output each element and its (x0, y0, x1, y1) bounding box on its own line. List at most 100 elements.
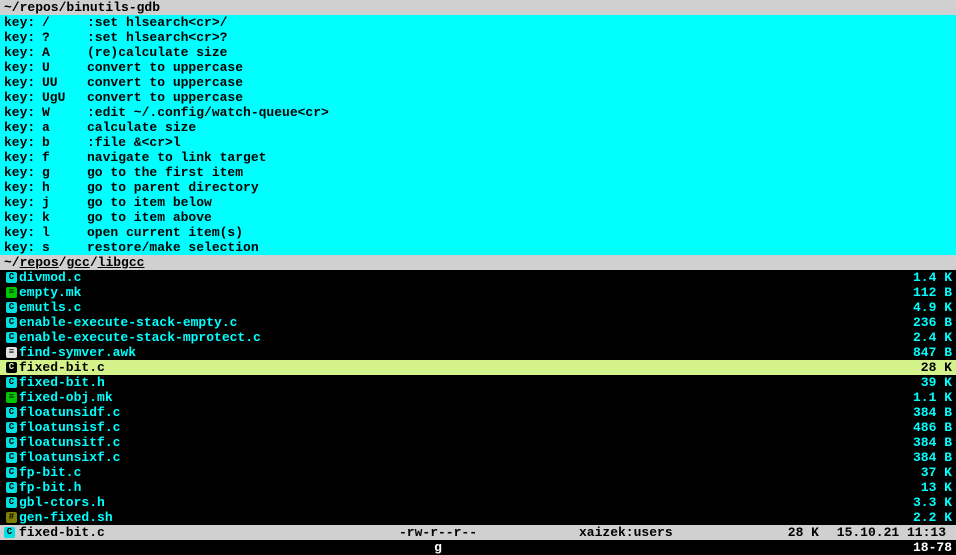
path-prefix: ~/ (4, 255, 20, 270)
help-description: :edit ~/.config/watch-queue<cr> (87, 105, 952, 120)
file-row[interactable]: ≡ find-symver.awk847 B (0, 345, 956, 360)
file-name: gen-fixed.sh (19, 510, 892, 525)
help-description: convert to uppercase (87, 90, 952, 105)
help-key-label: key: (4, 210, 42, 225)
file-type-icon: C (4, 270, 19, 285)
file-row[interactable]: C fixed-bit.h39 K (0, 375, 956, 390)
file-row[interactable]: C enable-execute-stack-mprotect.c2.4 K (0, 330, 956, 345)
help-row: key:hgo to parent directory (0, 180, 956, 195)
file-row[interactable]: C fp-bit.c37 K (0, 465, 956, 480)
file-name: emutls.c (19, 300, 892, 315)
file-row[interactable]: C fp-bit.h13 K (0, 480, 956, 495)
cmd-pending-key: g (4, 540, 872, 555)
file-row[interactable]: ≡ fixed-obj.mk1.1 K (0, 390, 956, 405)
file-name: gbl-ctors.h (19, 495, 892, 510)
file-type-icon: ≡ (4, 390, 19, 405)
help-key: s (42, 240, 87, 255)
file-size: 236 B (892, 315, 952, 330)
help-description: convert to uppercase (87, 60, 952, 75)
file-type-icon: C (4, 330, 19, 345)
status-owner: xaizek:users (579, 525, 759, 540)
help-row: key:/:set hlsearch<cr>/ (0, 15, 956, 30)
help-key-label: key: (4, 195, 42, 210)
file-type-icon: ≡ (4, 285, 19, 300)
file-size: 28 K (892, 360, 952, 375)
help-key: a (42, 120, 87, 135)
help-key: ? (42, 30, 87, 45)
status-size: 28 K (759, 525, 819, 540)
file-list[interactable]: C divmod.c1.4 K≡ empty.mk112 BC emutls.c… (0, 270, 956, 525)
file-type-icon: ≡ (4, 345, 19, 360)
file-name: fixed-obj.mk (19, 390, 892, 405)
help-key: UU (42, 75, 87, 90)
file-row[interactable]: C floatunsisf.c486 B (0, 420, 956, 435)
help-description: open current item(s) (87, 225, 952, 240)
help-row: key:acalculate size (0, 120, 956, 135)
file-name: fixed-bit.c (19, 360, 892, 375)
help-description: go to the first item (87, 165, 952, 180)
help-key-label: key: (4, 120, 42, 135)
help-row: key:?:set hlsearch<cr>? (0, 30, 956, 45)
help-key-label: key: (4, 225, 42, 240)
file-row[interactable]: C floatunsidf.c384 B (0, 405, 956, 420)
status-file-icon: C (4, 525, 19, 540)
status-permissions: -rw-r--r-- (399, 525, 579, 540)
help-description: restore/make selection (87, 240, 952, 255)
file-row[interactable]: C fixed-bit.c28 K (0, 360, 956, 375)
help-row: key:jgo to item below (0, 195, 956, 210)
help-key: A (42, 45, 87, 60)
file-type-icon: C (4, 375, 19, 390)
help-description: go to item below (87, 195, 952, 210)
help-description: go to item above (87, 210, 952, 225)
file-type-icon: C (4, 495, 19, 510)
path-segment[interactable]: repos (20, 255, 59, 270)
help-description: :file &<cr>l (87, 135, 952, 150)
file-type-icon: C (4, 435, 19, 450)
help-row: key:b:file &<cr>l (0, 135, 956, 150)
help-key: h (42, 180, 87, 195)
help-description: :set hlsearch<cr>/ (87, 15, 952, 30)
help-key-label: key: (4, 135, 42, 150)
file-type-icon: C (4, 360, 19, 375)
help-description: convert to uppercase (87, 75, 952, 90)
file-row[interactable]: C gbl-ctors.h3.3 K (0, 495, 956, 510)
file-name: find-symver.awk (19, 345, 892, 360)
help-row: key:lopen current item(s) (0, 225, 956, 240)
file-type-icon: # (4, 510, 19, 525)
file-size: 13 K (892, 480, 952, 495)
help-key-label: key: (4, 30, 42, 45)
help-row: key:UUconvert to uppercase (0, 75, 956, 90)
file-row[interactable]: C emutls.c4.9 K (0, 300, 956, 315)
file-row[interactable]: ≡ empty.mk112 B (0, 285, 956, 300)
help-row: key:UgUconvert to uppercase (0, 90, 956, 105)
file-size: 486 B (892, 420, 952, 435)
file-type-icon: C (4, 450, 19, 465)
path-segment[interactable]: libgcc (98, 255, 145, 270)
help-key-label: key: (4, 90, 42, 105)
file-row[interactable]: C enable-execute-stack-empty.c236 B (0, 315, 956, 330)
path-separator: / (90, 255, 98, 270)
help-key: / (42, 15, 87, 30)
file-row[interactable]: C floatunsixf.c384 B (0, 450, 956, 465)
path-segment[interactable]: gcc (66, 255, 89, 270)
file-row[interactable]: C divmod.c1.4 K (0, 270, 956, 285)
file-size: 1.1 K (892, 390, 952, 405)
help-key: l (42, 225, 87, 240)
file-row[interactable]: C floatunsitf.c384 B (0, 435, 956, 450)
path-bar: ~/repos/gcc/libgcc (0, 255, 956, 270)
help-key-label: key: (4, 180, 42, 195)
help-description: :set hlsearch<cr>? (87, 30, 952, 45)
help-row: key:fnavigate to link target (0, 150, 956, 165)
help-key-label: key: (4, 15, 42, 30)
file-row[interactable]: # gen-fixed.sh2.2 K (0, 510, 956, 525)
help-panel: key:/:set hlsearch<cr>/key:?:set hlsearc… (0, 15, 956, 255)
help-key: j (42, 195, 87, 210)
top-title-text: ~/repos/binutils-gdb (4, 0, 160, 15)
command-bar[interactable]: g 18-78 (0, 540, 956, 555)
help-description: navigate to link target (87, 150, 952, 165)
file-type-icon: C (4, 480, 19, 495)
file-type-icon: C (4, 300, 19, 315)
help-key-label: key: (4, 105, 42, 120)
help-key: g (42, 165, 87, 180)
help-description: go to parent directory (87, 180, 952, 195)
